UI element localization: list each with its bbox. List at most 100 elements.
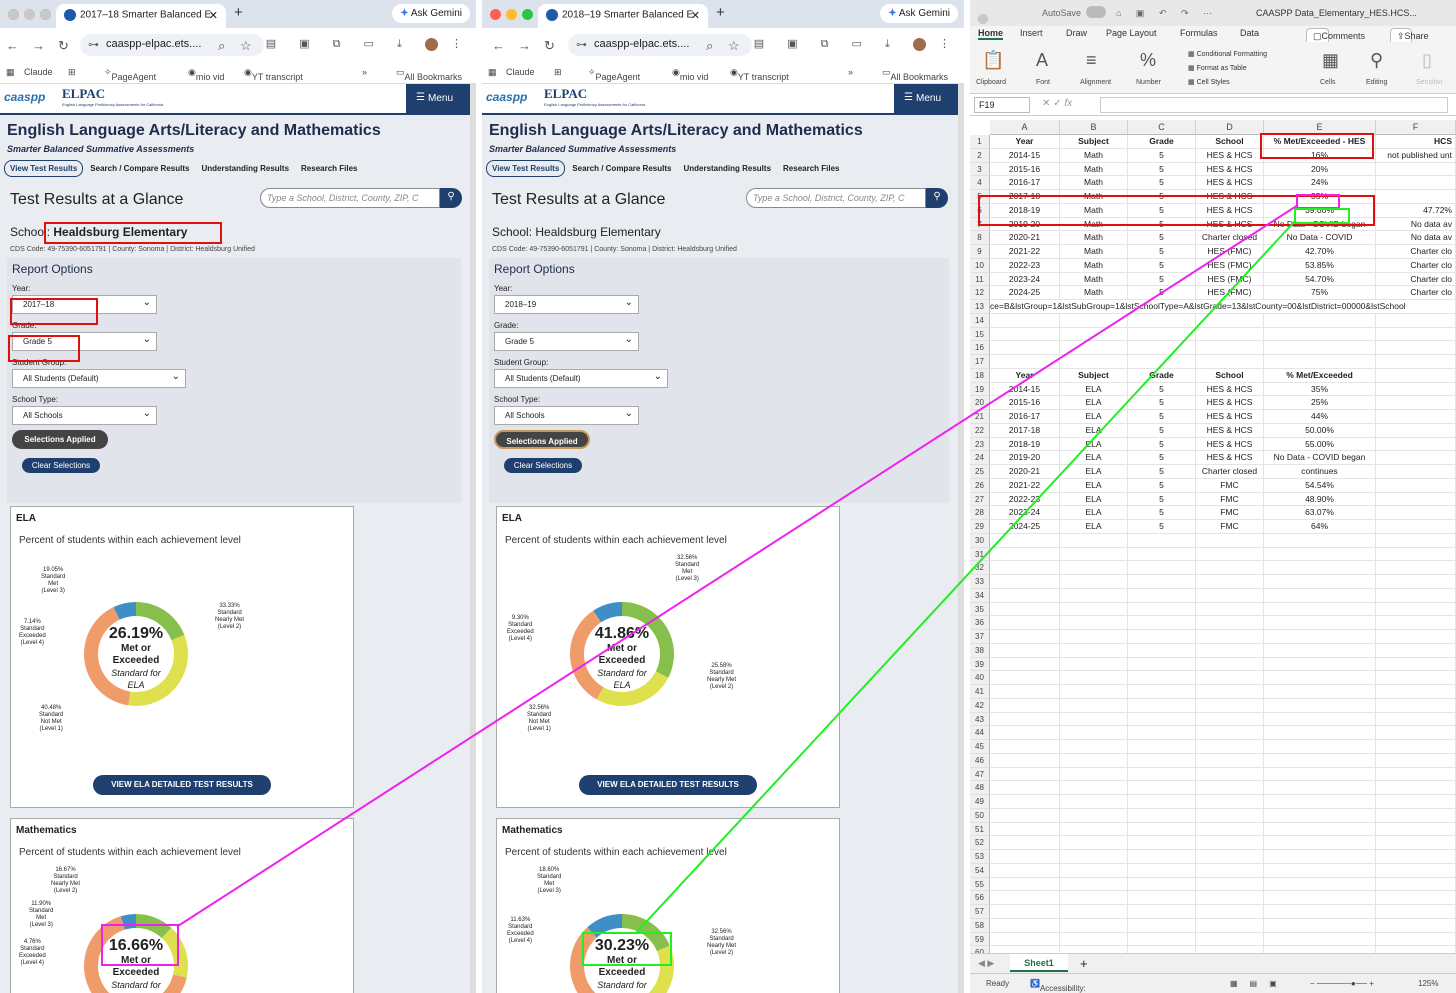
row-header[interactable]: 41 [970,685,990,699]
nav-search-compare[interactable]: Search / Compare Results [567,161,676,176]
cell[interactable] [1264,616,1376,630]
cell[interactable] [1196,602,1264,617]
cell[interactable]: 2021-22 [990,478,1060,493]
column-header-b[interactable]: B [1060,120,1128,135]
cell[interactable] [1376,451,1456,465]
cell[interactable] [1376,836,1456,850]
row-header[interactable]: 57 [970,905,990,919]
cell[interactable] [990,575,1060,589]
cell[interactable]: 47.72% [1376,203,1456,218]
school-search-input[interactable]: Type a School, District, County, ZIP, C [746,188,926,208]
cell[interactable] [1196,753,1264,768]
row-header[interactable]: 28 [970,506,990,520]
cell[interactable] [1060,698,1128,713]
bookmark-star-icon[interactable]: ☆ [240,38,252,54]
row-header[interactable]: 51 [970,822,990,837]
student-group-select[interactable]: All Students (Default) [12,369,186,388]
cell[interactable] [1060,905,1128,919]
cell[interactable] [990,781,1060,795]
cell[interactable]: 24% [1264,176,1376,190]
cell[interactable] [1264,602,1376,617]
conditional-formatting-button[interactable]: ▦ Conditional Formatting [1188,50,1267,58]
bookmark-star-icon[interactable]: ☆ [728,38,740,54]
cell[interactable] [1060,946,1128,953]
cell[interactable] [1376,437,1456,452]
cell[interactable] [1264,932,1376,947]
nav-understanding-results[interactable]: Understanding Results [196,161,294,176]
cell[interactable]: ELA [1060,520,1128,534]
row-header[interactable]: 53 [970,850,990,864]
add-sheet-icon[interactable]: + [1080,956,1088,971]
cell[interactable] [1196,767,1264,782]
cell[interactable] [1196,863,1264,878]
row-header[interactable]: 47 [970,767,990,782]
row-header[interactable]: 15 [970,327,990,342]
cell[interactable] [990,836,1060,850]
cell[interactable] [1060,836,1128,850]
cell[interactable] [1060,767,1128,782]
cell[interactable] [1376,918,1456,933]
cell[interactable] [1376,822,1456,837]
cell[interactable] [990,808,1060,823]
cell[interactable]: 2019-20 [990,451,1060,465]
cell[interactable]: 5 [1128,410,1196,424]
row-header[interactable]: 49 [970,795,990,809]
view-ela-details-button[interactable]: VIEW ELA DETAILED TEST RESULTS [579,775,757,795]
cell[interactable] [1128,781,1196,795]
cell[interactable] [1196,877,1264,892]
cell[interactable] [1128,630,1196,644]
cell[interactable] [1128,863,1196,878]
cell[interactable] [1196,588,1264,603]
cell[interactable] [1376,877,1456,892]
cell[interactable] [1376,712,1456,727]
cell[interactable] [1128,891,1196,905]
cell[interactable]: 54.54% [1264,478,1376,493]
cell[interactable]: HES & HCS [1196,423,1264,438]
cell[interactable] [1264,767,1376,782]
cell[interactable] [1128,905,1196,919]
row-header[interactable]: 60 [970,946,990,953]
selections-applied-button[interactable]: Selections Applied [494,430,590,449]
accessibility-status[interactable]: ♿ Accessibility: Good to go [1030,979,1086,993]
tab-insert[interactable]: Insert [1020,28,1043,38]
cell[interactable] [1060,671,1128,685]
cell[interactable]: continues [1264,465,1376,479]
ask-gemini-button[interactable]: ✦ Ask Gemini [880,4,958,23]
cell[interactable] [1196,822,1264,837]
row-header[interactable]: 12 [970,286,990,300]
cell[interactable] [1376,698,1456,713]
cell[interactable]: ELA [1060,410,1128,424]
zoom-icon[interactable]: ⌕ [706,38,713,54]
cell[interactable] [1060,877,1128,892]
scrollbar[interactable] [958,84,964,993]
clear-selections-button[interactable]: Clear Selections [504,458,582,473]
view-buttons[interactable]: ▦▤▣ [1230,979,1289,988]
cell[interactable] [1128,822,1196,837]
cell[interactable]: 2017-18 [990,423,1060,438]
cell[interactable]: 48.90% [1264,492,1376,507]
cell[interactable]: 2023-24 [990,272,1060,287]
tab-page-layout[interactable]: Page Layout [1106,28,1157,38]
cell[interactable] [1264,753,1376,768]
search-icon[interactable]: ⚲ [440,188,462,208]
tab-data[interactable]: Data [1240,28,1259,38]
cell[interactable] [990,685,1060,699]
bookmark-claude[interactable]: Claude [24,67,53,77]
cell[interactable]: HES & HCS [1196,396,1264,410]
cell[interactable] [1264,740,1376,754]
cell[interactable] [1376,396,1456,410]
cell[interactable] [1376,162,1456,177]
cell[interactable]: HES & HCS [1196,162,1264,177]
cell[interactable] [1196,355,1264,369]
cell[interactable]: 42.70% [1264,245,1376,259]
cell[interactable] [1264,726,1376,740]
cell[interactable] [1196,671,1264,685]
cell[interactable] [1376,753,1456,768]
grid-icon[interactable]: ⊞ [554,67,562,78]
cell[interactable] [1376,355,1456,369]
cell[interactable] [1128,698,1196,713]
nav-search-compare[interactable]: Search / Compare Results [85,161,194,176]
cell[interactable] [990,630,1060,644]
cell[interactable] [1376,643,1456,658]
cell[interactable] [1376,616,1456,630]
